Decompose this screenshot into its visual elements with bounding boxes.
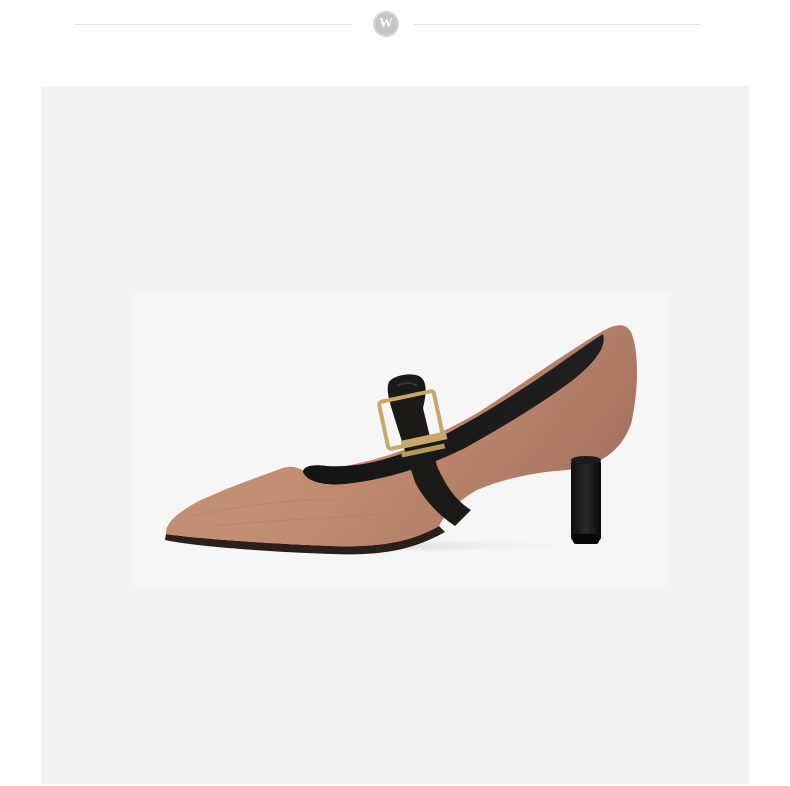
header-divider-left [74, 24, 352, 25]
shoe-heel [571, 458, 601, 542]
product-image-panel [41, 86, 749, 784]
header-divider-right [414, 24, 700, 25]
heel-top [571, 456, 601, 464]
brand-logo: W [373, 11, 399, 37]
heel-cap [573, 534, 599, 544]
w-monogram-icon: W [379, 16, 393, 31]
shoe-photo [133, 292, 669, 586]
